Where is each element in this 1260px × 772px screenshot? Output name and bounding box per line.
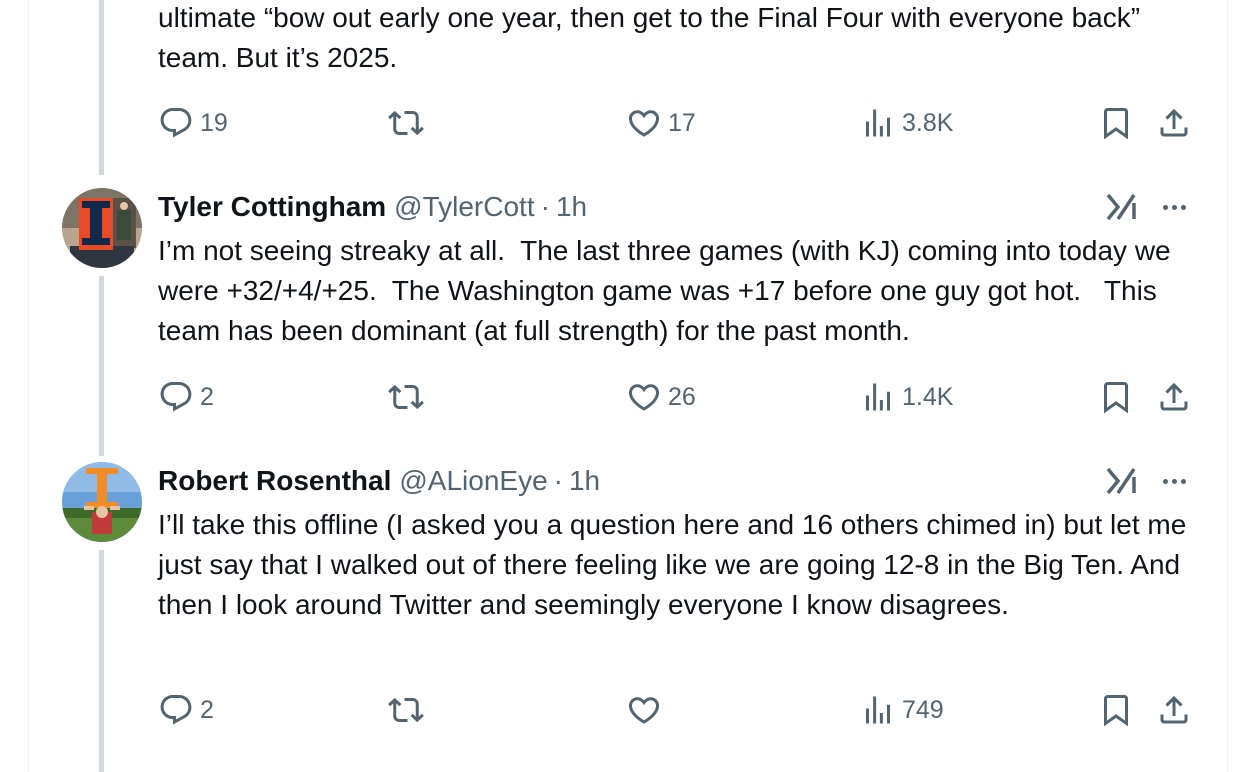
illinois-block-i-avatar — [62, 188, 142, 268]
bookmark-icon — [1104, 382, 1128, 414]
tweet-text: ultimate “bow out early one year, then g… — [158, 2, 1148, 73]
retweet-icon — [388, 697, 424, 723]
views-icon — [866, 696, 890, 724]
bookmark-icon — [1104, 695, 1128, 727]
tweet-text: I’ll take this offline (I asked you a qu… — [158, 509, 1195, 620]
reply-button[interactable]: 19 — [158, 103, 228, 143]
avatar[interactable] — [62, 462, 142, 542]
views-icon — [866, 109, 890, 137]
avatar[interactable] — [62, 188, 142, 268]
thread-line — [99, 0, 104, 175]
reply-count: 2 — [200, 695, 214, 724]
retweet-button[interactable] — [388, 103, 430, 143]
thread-line — [99, 550, 104, 772]
views-count: 1.4K — [902, 382, 954, 411]
heart-icon — [628, 697, 660, 724]
tweet-actions: 19 17 3.8K — [158, 103, 1198, 143]
reply-count: 19 — [200, 108, 228, 137]
bookmark-icon — [1104, 108, 1128, 140]
thread-line — [99, 276, 104, 456]
separator-dot: · — [540, 191, 550, 222]
like-count: 26 — [668, 382, 696, 411]
share-button[interactable] — [1156, 103, 1192, 143]
grok-button[interactable] — [1104, 189, 1140, 225]
separator-dot: · — [553, 465, 563, 496]
tweet-actions: 2 26 1.4K — [158, 377, 1198, 417]
share-icon — [1160, 108, 1188, 137]
reply-count: 2 — [200, 382, 214, 411]
views-count: 3.8K — [902, 108, 954, 137]
reply-icon — [160, 108, 192, 138]
retweet-icon — [388, 110, 424, 136]
display-name[interactable]: Tyler Cottingham — [158, 191, 386, 223]
user-handle[interactable]: @TylerCott — [394, 191, 534, 223]
heart-icon — [628, 110, 660, 137]
bookmark-button[interactable] — [1098, 377, 1134, 417]
reply-icon — [160, 695, 192, 725]
retweet-button[interactable] — [388, 377, 430, 417]
like-button[interactable]: 26 — [626, 377, 696, 417]
share-button[interactable] — [1156, 377, 1192, 417]
grok-icon — [1106, 467, 1136, 495]
tweet-actions: 2 749 — [158, 690, 1198, 730]
tweet-header: Robert Rosenthal @ALionEye · 1h — [158, 463, 600, 499]
tweet-header: Tyler Cottingham @TylerCott · 1h — [158, 189, 587, 225]
user-handle[interactable]: @ALionEye — [399, 465, 547, 497]
retweet-icon — [388, 384, 424, 410]
share-icon — [1160, 695, 1188, 724]
timestamp[interactable]: 1h — [569, 465, 600, 497]
reply-button[interactable]: 2 — [158, 690, 214, 730]
like-count: 17 — [668, 108, 696, 137]
illinois-i-sign-avatar — [62, 462, 142, 542]
views-button[interactable]: 3.8K — [860, 103, 953, 143]
retweet-button[interactable] — [388, 690, 430, 730]
views-count: 749 — [902, 695, 944, 724]
share-button[interactable] — [1156, 690, 1192, 730]
bookmark-button[interactable] — [1098, 103, 1134, 143]
bookmark-button[interactable] — [1098, 690, 1134, 730]
reply-icon — [160, 382, 192, 412]
like-button[interactable] — [626, 690, 668, 730]
share-icon — [1160, 382, 1188, 411]
views-button[interactable]: 1.4K — [860, 377, 953, 417]
views-button[interactable]: 749 — [860, 690, 944, 730]
grok-button[interactable] — [1104, 463, 1140, 499]
reply-button[interactable]: 2 — [158, 377, 214, 417]
like-button[interactable]: 17 — [626, 103, 696, 143]
more-icon[interactable] — [1156, 189, 1192, 225]
views-icon — [866, 383, 890, 411]
more-icon[interactable] — [1156, 463, 1192, 499]
timestamp[interactable]: 1h — [556, 191, 587, 223]
tweet-text: I’m not seeing streaky at all. The last … — [158, 235, 1179, 346]
heart-icon — [628, 384, 660, 411]
grok-icon — [1106, 193, 1136, 221]
display-name[interactable]: Robert Rosenthal — [158, 465, 391, 497]
